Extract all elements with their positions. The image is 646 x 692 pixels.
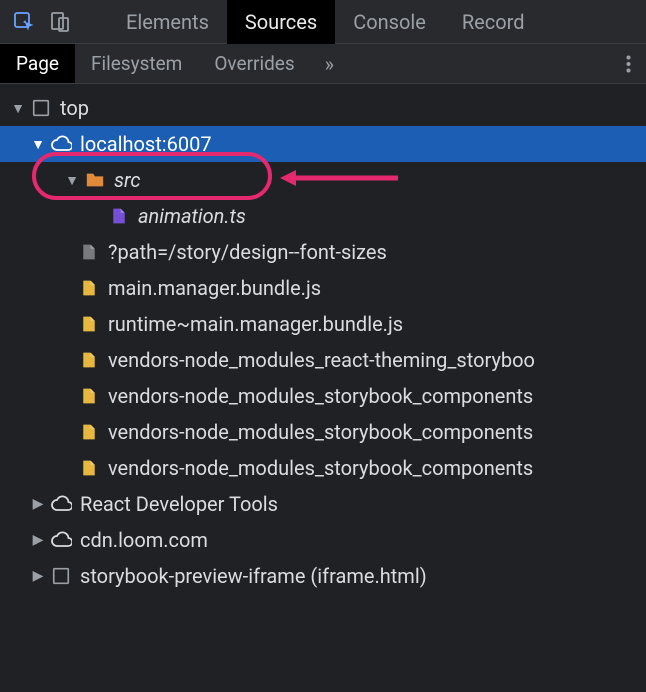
folder-icon — [84, 169, 106, 191]
tree-item-mainmanager[interactable]: main.manager.bundle.js — [0, 270, 646, 306]
tree-item-animation[interactable]: animation.ts — [0, 198, 646, 234]
tab-console[interactable]: Console — [335, 0, 444, 44]
sub-tab-more-icon[interactable]: » — [311, 52, 348, 76]
tree-item-reactdevtools[interactable]: React Developer Tools — [0, 486, 646, 522]
tree-label: vendors-node_modules_react-theming_story… — [108, 348, 535, 372]
tree-item-vendors4[interactable]: vendors-node_modules_storybook_component… — [0, 450, 646, 486]
tree-label: vendors-node_modules_storybook_component… — [108, 384, 533, 408]
file-icon — [78, 313, 100, 335]
tree-label: animation.ts — [138, 204, 246, 228]
tree-item-vendors1[interactable]: vendors-node_modules_react-theming_story… — [0, 342, 646, 378]
chevron-down-icon — [10, 100, 26, 117]
tree-label: runtime~main.manager.bundle.js — [108, 312, 403, 336]
tree-item-runtime[interactable]: runtime~main.manager.bundle.js — [0, 306, 646, 342]
device-toolbar-icon[interactable] — [42, 4, 78, 40]
file-icon — [78, 385, 100, 407]
chevron-right-icon — [30, 532, 46, 548]
file-icon — [78, 421, 100, 443]
main-toolbar: Elements Sources Console Record — [0, 0, 646, 44]
cloud-icon — [50, 529, 72, 551]
chevron-down-icon — [30, 136, 46, 153]
tree-label: React Developer Tools — [80, 492, 278, 516]
chevron-down-icon — [64, 172, 80, 189]
sources-sub-toolbar: Page Filesystem Overrides » — [0, 44, 646, 84]
tree-item-localhost[interactable]: localhost:6007 — [0, 126, 646, 162]
tree-label: top — [60, 96, 89, 120]
sub-tab-overrides[interactable]: Overrides — [198, 44, 310, 83]
tab-sources[interactable]: Sources — [227, 0, 335, 44]
tree-item-top[interactable]: top — [0, 90, 646, 126]
tree-item-vendors2[interactable]: vendors-node_modules_storybook_component… — [0, 378, 646, 414]
inspect-element-icon[interactable] — [6, 4, 42, 40]
tab-elements[interactable]: Elements — [108, 0, 227, 44]
chevron-right-icon — [30, 568, 46, 584]
file-icon — [78, 457, 100, 479]
tree-label: storybook-preview-iframe (iframe.html) — [80, 564, 427, 588]
tree-label: ?path=/story/design--font-sizes — [108, 240, 387, 264]
panel-tabs: Elements Sources Console Record — [108, 0, 543, 44]
tab-recorder[interactable]: Record — [444, 0, 543, 44]
navigator-tree: top localhost:6007 src animation.ts ?pat… — [0, 84, 646, 594]
file-icon — [78, 277, 100, 299]
sub-tab-page[interactable]: Page — [0, 44, 75, 83]
file-icon — [108, 205, 130, 227]
tree-item-iframe[interactable]: storybook-preview-iframe (iframe.html) — [0, 558, 646, 594]
tree-item-vendors3[interactable]: vendors-node_modules_storybook_component… — [0, 414, 646, 450]
file-icon — [78, 241, 100, 263]
kebab-menu-icon[interactable] — [610, 44, 646, 84]
tree-item-path[interactable]: ?path=/story/design--font-sizes — [0, 234, 646, 270]
tree-item-src[interactable]: src — [0, 162, 646, 198]
chevron-right-icon — [30, 496, 46, 512]
file-icon — [78, 349, 100, 371]
tree-label: main.manager.bundle.js — [108, 276, 321, 300]
cloud-icon — [50, 493, 72, 515]
frame-icon — [50, 565, 72, 587]
tree-label: vendors-node_modules_storybook_component… — [108, 456, 533, 480]
tree-label: cdn.loom.com — [80, 528, 208, 552]
cloud-icon — [50, 133, 72, 155]
sub-tab-filesystem[interactable]: Filesystem — [75, 44, 198, 83]
tree-label: vendors-node_modules_storybook_component… — [108, 420, 533, 444]
tree-label: src — [114, 168, 141, 192]
tree-item-loom[interactable]: cdn.loom.com — [0, 522, 646, 558]
frame-icon — [30, 97, 52, 119]
tree-label: localhost:6007 — [80, 132, 212, 156]
